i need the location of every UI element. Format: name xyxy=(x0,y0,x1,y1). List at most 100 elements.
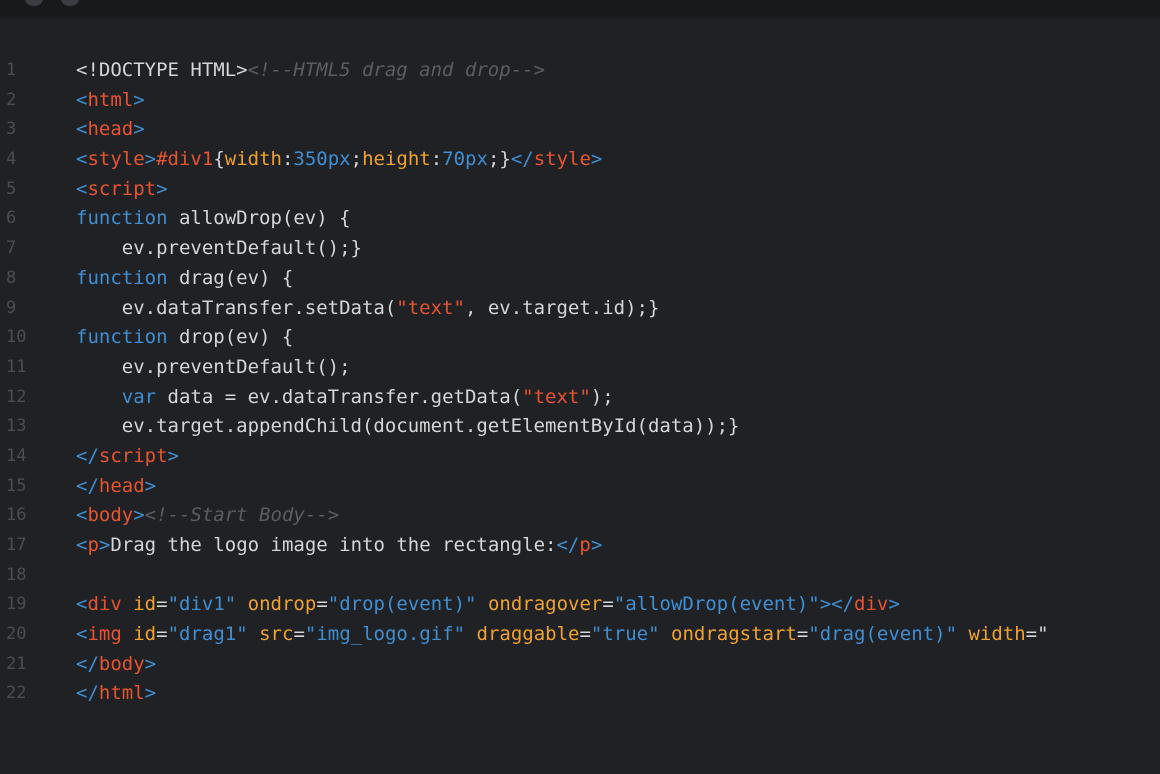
code-token: ; xyxy=(350,148,363,171)
code-line[interactable]: 4 <style>#div1{width:350px;height:70px;}<… xyxy=(0,145,1160,175)
code-token: > xyxy=(156,177,168,200)
code-line[interactable]: 19 <div id="div1" ondrop="drop(event)" on… xyxy=(0,590,1160,620)
code-line[interactable]: 6 function allowDrop(ev) { xyxy=(0,204,1160,234)
title-bar xyxy=(0,0,1160,18)
line-number: 14 xyxy=(6,445,27,466)
code-text: <head> xyxy=(76,115,145,145)
code-token: body xyxy=(98,652,145,675)
code-text: <style>#div1{width:350px;height:70px;}</… xyxy=(76,145,602,175)
line-number: 9 xyxy=(6,297,17,318)
code-token: < xyxy=(76,118,88,141)
code-text: ev.preventDefault();} xyxy=(76,234,362,264)
code-token: = xyxy=(796,623,809,646)
code-token: head xyxy=(87,118,134,141)
code-line[interactable]: 2 <html> xyxy=(0,86,1160,116)
code-text: <div id="div1" ondrop="drop(event)" ondr… xyxy=(76,590,900,620)
code-token: function xyxy=(76,326,168,349)
code-line[interactable]: 10 function drop(ev) { xyxy=(0,323,1160,353)
window-minimize-button[interactable] xyxy=(61,0,79,6)
line-number: 19 xyxy=(6,594,27,615)
code-line[interactable]: 5 <script> xyxy=(0,175,1160,205)
code-text: <html> xyxy=(76,86,145,116)
code-token: p xyxy=(579,534,591,556)
code-line[interactable]: 8 function drag(ev) { xyxy=(0,264,1160,294)
code-token: head xyxy=(98,474,145,497)
line-number: 6 xyxy=(6,208,17,229)
code-token: < xyxy=(76,504,88,527)
code-text: ev.preventDefault(); xyxy=(76,353,351,383)
code-token: ev.dataTransfer.setData( xyxy=(76,296,397,319)
code-token: "drop(event)" xyxy=(327,593,477,616)
code-line[interactable]: 14 </script> xyxy=(0,442,1160,472)
code-token: ondragover xyxy=(487,593,603,616)
line-number: 5 xyxy=(6,178,17,199)
code-token: > xyxy=(590,534,603,556)
code-token: ev.target.appendChild(document.getElemen… xyxy=(76,415,740,438)
code-token: > xyxy=(133,88,145,111)
line-number: 1 xyxy=(6,60,17,80)
code-token: </ xyxy=(76,682,99,705)
code-editor-window: 1 <!DOCTYPE HTML><!--HTML5 drag and drop-… xyxy=(0,0,1160,774)
code-token: = xyxy=(156,623,168,646)
code-line[interactable]: 11 ev.preventDefault(); xyxy=(0,353,1160,383)
line-number: 18 xyxy=(6,564,27,585)
code-text: </head> xyxy=(76,472,156,502)
code-token: > xyxy=(144,652,157,675)
code-token: <!--HTML5 drag and drop--> xyxy=(247,59,546,81)
code-text: function drag(ev) { xyxy=(76,264,293,294)
code-token: height xyxy=(362,148,431,171)
code-token: : xyxy=(430,148,443,171)
code-token: var xyxy=(121,385,157,408)
code-token: style xyxy=(87,148,145,171)
code-line[interactable]: 1 <!DOCTYPE HTML><!--HTML5 drag and drop-… xyxy=(0,56,1160,86)
code-line[interactable]: 15 </head> xyxy=(0,472,1160,502)
code-text: </body> xyxy=(76,650,156,680)
line-number: 20 xyxy=(6,624,27,645)
code-token: ondragstart xyxy=(671,623,797,646)
code-line[interactable]: 22 </html> xyxy=(0,679,1160,709)
code-line[interactable]: 3 <head> xyxy=(0,115,1160,145)
code-token: > xyxy=(144,148,157,171)
window-close-button[interactable] xyxy=(25,0,43,6)
code-token: drop(ev) { xyxy=(167,326,294,349)
line-number: 2 xyxy=(6,89,17,110)
line-number: 10 xyxy=(6,327,27,348)
code-token: div xyxy=(854,593,889,616)
code-line[interactable]: 18 xyxy=(0,561,1160,591)
code-token: , ev.target.id);} xyxy=(464,296,660,319)
code-token: < xyxy=(76,623,88,646)
code-text: <p>Drag the logo image into the rectangl… xyxy=(76,531,602,561)
line-number: 22 xyxy=(6,683,27,704)
code-text: </html> xyxy=(76,679,156,709)
code-line[interactable]: 9 ev.dataTransfer.setData("text", ev.tar… xyxy=(0,294,1160,324)
code-token: { xyxy=(213,148,225,171)
code-text: function drop(ev) { xyxy=(76,323,293,353)
code-line[interactable]: 13 ev.target.appendChild(document.getEle… xyxy=(0,412,1160,442)
code-token: function xyxy=(76,207,168,230)
line-number: 17 xyxy=(6,535,27,555)
code-line[interactable]: 20 <img id="drag1" src="img_logo.gif" dra… xyxy=(0,620,1160,650)
code-token: < xyxy=(76,534,88,556)
code-line[interactable]: 17 <p>Drag the logo image into the rectan… xyxy=(0,531,1160,561)
code-line[interactable]: 16 <body><!--Start Body--> xyxy=(0,501,1160,531)
code-token: data = ev.dataTransfer.getData( xyxy=(156,385,523,408)
code-line[interactable]: 7 ev.preventDefault();} xyxy=(0,234,1160,264)
code-token: html xyxy=(87,88,134,111)
line-number: 16 xyxy=(6,505,27,526)
code-token: p xyxy=(87,534,99,556)
code-line[interactable]: 12 var data = ev.dataTransfer.getData("t… xyxy=(0,383,1160,413)
code-editor[interactable]: 1 <!DOCTYPE HTML><!--HTML5 drag and drop-… xyxy=(0,56,1160,709)
code-text: <!DOCTYPE HTML><!--HTML5 drag and drop--… xyxy=(76,56,545,86)
line-number: 21 xyxy=(6,653,27,674)
line-number: 13 xyxy=(6,416,27,437)
code-token: "div1" xyxy=(167,593,237,616)
code-token: id xyxy=(133,593,157,616)
code-line[interactable]: 21 </body> xyxy=(0,650,1160,680)
line-number: 7 xyxy=(6,238,17,259)
